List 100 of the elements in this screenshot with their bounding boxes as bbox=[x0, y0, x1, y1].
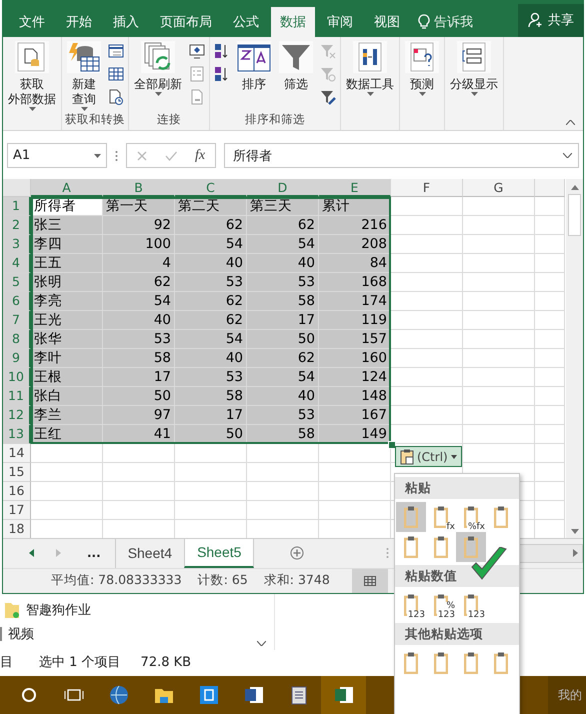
row-header[interactable]: 6 bbox=[3, 292, 31, 312]
ribbon-button[interactable]: 全部刷新 bbox=[132, 40, 184, 96]
column-header[interactable]: F bbox=[391, 179, 463, 198]
row-header[interactable]: 17 bbox=[3, 501, 31, 520]
ribbon-tab[interactable]: 文件 bbox=[10, 6, 54, 37]
monitor-icon[interactable] bbox=[189, 42, 205, 59]
table-cell: 58 bbox=[175, 387, 247, 406]
ribbon-button[interactable]: 排序 bbox=[235, 40, 273, 92]
ribbon-button[interactable]: 获取 外部数据 bbox=[6, 40, 58, 111]
column-header[interactable]: B bbox=[103, 179, 175, 198]
fill-handle[interactable] bbox=[388, 441, 396, 450]
paste-option-button[interactable] bbox=[396, 502, 426, 532]
row-header[interactable]: 4 bbox=[3, 254, 31, 274]
spreadsheet-icon bbox=[334, 685, 354, 705]
row-header[interactable]: 7 bbox=[3, 311, 31, 330]
paste-option-button[interactable]: 123 bbox=[396, 590, 426, 620]
table-cell: 84 bbox=[319, 254, 391, 274]
folder-item[interactable]: 智趣狗作业 bbox=[26, 601, 91, 619]
ribbon-tab[interactable]: 页面布局 bbox=[151, 6, 221, 37]
table-cell: 4 bbox=[103, 254, 175, 274]
row-header[interactable]: 16 bbox=[3, 482, 31, 502]
ribbon-tab[interactable]: 数据 bbox=[271, 6, 315, 37]
status-text: 求和: 3748 bbox=[264, 572, 330, 590]
vertical-scrollbar[interactable] bbox=[566, 179, 583, 538]
insert-function-button[interactable]: fx bbox=[195, 148, 206, 164]
ribbon-tab[interactable]: 审阅 bbox=[318, 6, 362, 37]
column-header[interactable]: C bbox=[175, 179, 247, 198]
row-header[interactable]: 1 bbox=[3, 197, 31, 216]
column-header[interactable]: E bbox=[319, 179, 391, 198]
table-cell: 53 bbox=[247, 406, 319, 426]
row-header[interactable]: 5 bbox=[3, 273, 31, 292]
row-header[interactable]: 11 bbox=[3, 387, 31, 406]
column-header[interactable]: G bbox=[463, 179, 535, 198]
document-clock-icon[interactable] bbox=[108, 88, 124, 105]
row-header[interactable]: 12 bbox=[3, 406, 31, 426]
table-cell: 40 bbox=[247, 387, 319, 406]
row-header[interactable]: 13 bbox=[3, 425, 31, 444]
empty-cell bbox=[463, 311, 535, 330]
ribbon-button[interactable]: 筛选 bbox=[277, 40, 315, 92]
row-header[interactable]: 10 bbox=[3, 368, 31, 388]
paste-option-button[interactable]: fx bbox=[426, 502, 456, 532]
ribbon-group-label: 排序和筛选 bbox=[244, 112, 306, 128]
paste-option-button[interactable]: % 123 bbox=[426, 590, 456, 620]
drag-handle-icon bbox=[115, 150, 118, 162]
expand-caret-icon bbox=[563, 153, 572, 158]
sort-descending-icon[interactable] bbox=[214, 66, 230, 82]
menu-section-header: 粘贴数值 bbox=[395, 565, 519, 587]
row-header[interactable]: 18 bbox=[3, 520, 31, 538]
tell-me-search[interactable]: 告诉我 bbox=[412, 6, 479, 37]
funnel-pencil-icon[interactable] bbox=[320, 88, 336, 105]
row-header[interactable]: 9 bbox=[3, 349, 31, 368]
empty-cell bbox=[103, 463, 175, 482]
row-header[interactable]: 14 bbox=[3, 444, 31, 464]
refresh-documents-icon bbox=[141, 40, 175, 73]
table-cell: 李兰 bbox=[31, 406, 103, 426]
add-sheet-icon[interactable] bbox=[290, 546, 304, 560]
columns-icon bbox=[353, 40, 387, 73]
paste-option-button[interactable]: %fx bbox=[456, 502, 486, 532]
table-icon[interactable] bbox=[108, 42, 124, 59]
row-header[interactable]: 8 bbox=[3, 330, 31, 350]
more-sheets-button[interactable]: ... bbox=[83, 546, 105, 560]
table-cell: 50 bbox=[247, 330, 319, 350]
ribbon-button[interactable]: 数据工具 bbox=[344, 40, 396, 96]
paste-option-button[interactable]: 123 bbox=[456, 590, 486, 620]
folder-item[interactable]: 视频 bbox=[8, 625, 34, 643]
ribbon-button[interactable]: 分级显示 bbox=[448, 40, 500, 96]
scroll-left-icon[interactable] bbox=[29, 549, 34, 558]
table-cell: 40 bbox=[103, 311, 175, 330]
formula-field[interactable]: 所得者 bbox=[224, 143, 579, 168]
taskbar-button[interactable] bbox=[321, 676, 366, 714]
paste-option-button[interactable] bbox=[456, 532, 486, 562]
ribbon-tab[interactable]: 视图 bbox=[365, 6, 409, 37]
row-header[interactable]: 3 bbox=[3, 235, 31, 254]
table-cell: 40 bbox=[175, 349, 247, 368]
sheet-tab[interactable]: Sheet5 bbox=[184, 538, 254, 568]
ribbon-tab[interactable]: 开始 bbox=[57, 6, 101, 37]
ribbon-button[interactable]: 预测 bbox=[403, 40, 441, 96]
normal-view-button[interactable] bbox=[352, 568, 388, 593]
collapse-caret-icon[interactable] bbox=[566, 120, 575, 126]
ribbon-button[interactable]: 新建 查询 bbox=[65, 40, 103, 111]
status-text: 72.8 KB bbox=[140, 654, 192, 670]
empty-cell bbox=[535, 482, 565, 502]
grid-icon[interactable] bbox=[108, 66, 124, 82]
table-cell: 张明 bbox=[31, 273, 103, 292]
table-cell: 54 bbox=[247, 235, 319, 254]
column-header[interactable]: A bbox=[31, 179, 103, 198]
scroll-thumb[interactable] bbox=[568, 194, 581, 236]
name-box[interactable]: A1 bbox=[7, 143, 107, 168]
scroll-down-icon[interactable] bbox=[257, 641, 266, 646]
table-cell: 148 bbox=[319, 387, 391, 406]
sort-ascending-icon[interactable] bbox=[214, 42, 230, 59]
ribbon-tab[interactable]: 公式 bbox=[224, 6, 268, 37]
row-header[interactable]: 15 bbox=[3, 463, 31, 482]
share-button[interactable]: 共享 bbox=[518, 4, 584, 37]
column-header[interactable]: D bbox=[247, 179, 319, 198]
empty-cell bbox=[175, 444, 247, 464]
ribbon-tab[interactable]: 插入 bbox=[104, 6, 148, 37]
row-header[interactable]: 2 bbox=[3, 216, 31, 236]
icon-caption: %fx bbox=[468, 523, 485, 532]
paste-options-button[interactable]: (Ctrl) bbox=[395, 446, 462, 468]
